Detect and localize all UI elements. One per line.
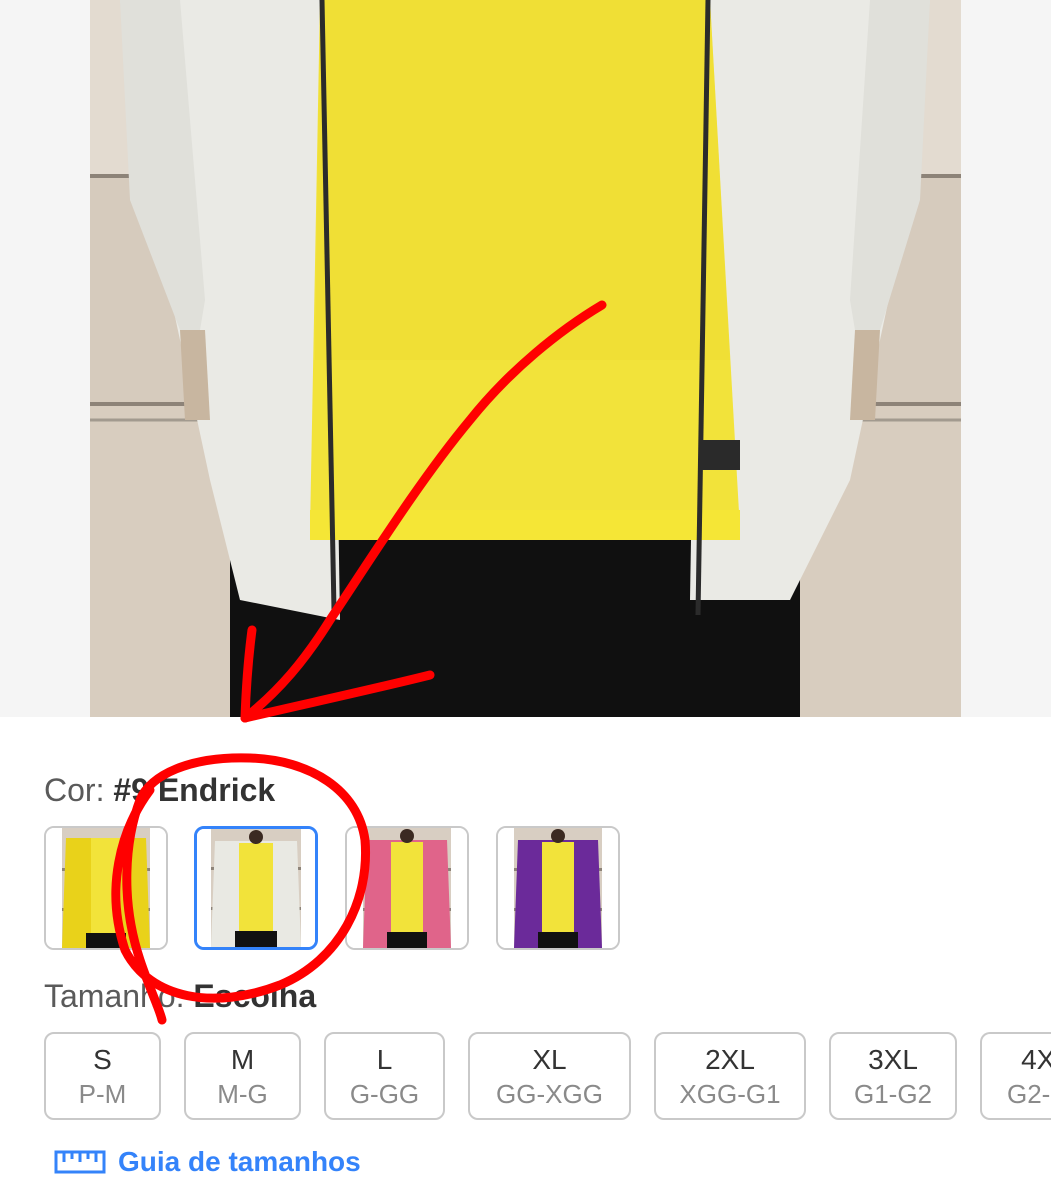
- size-option-label: 2XL: [705, 1044, 755, 1075]
- size-option-sub: XGG-G1: [679, 1079, 781, 1109]
- size-option-label: 3XL: [868, 1044, 918, 1075]
- size-guide-link[interactable]: Guia de tamanhos: [54, 1144, 361, 1180]
- size-option-label: 4XL: [1021, 1044, 1051, 1075]
- size-option-sub: G2-G3: [1006, 1079, 1051, 1109]
- color-swatch-pink[interactable]: [345, 826, 469, 950]
- product-main-photo[interactable]: [90, 0, 961, 717]
- size-option-sub: G-GG: [349, 1079, 420, 1109]
- size-option-label: M: [230, 1044, 255, 1075]
- color-swatch-purple[interactable]: [496, 826, 620, 950]
- size-option-s[interactable]: S P-M: [44, 1032, 161, 1120]
- color-label-row: Cor: #9 Endrick: [44, 772, 275, 809]
- size-option-3xl[interactable]: 3XL G1-G2: [829, 1032, 957, 1120]
- color-selected-value: #9 Endrick: [113, 772, 276, 808]
- color-swatch-white[interactable]: [194, 826, 318, 950]
- size-label-row: Tamanho: Escolha: [44, 978, 316, 1015]
- size-guide-label: Guia de tamanhos: [118, 1146, 361, 1177]
- size-option-sub: P-M: [78, 1079, 127, 1109]
- color-label: Cor:: [44, 772, 105, 808]
- size-option-label: L: [376, 1044, 393, 1075]
- color-swatch-yellow[interactable]: [44, 826, 168, 950]
- size-selected-value: Escolha: [193, 978, 317, 1014]
- product-page: Cor: #9 Endrick Tamanho: Escolha S P-M M…: [0, 0, 1051, 1200]
- size-option-m[interactable]: M M-G: [184, 1032, 301, 1120]
- size-option-sub: G1-G2: [853, 1079, 933, 1109]
- size-option-xl[interactable]: XL GG-XGG: [468, 1032, 631, 1120]
- size-label: Tamanho:: [44, 978, 185, 1014]
- size-option-2xl[interactable]: 2XL XGG-G1: [654, 1032, 806, 1120]
- size-option-l[interactable]: L G-GG: [324, 1032, 445, 1120]
- size-option-label: XL: [532, 1044, 567, 1075]
- ruler-icon: [54, 1150, 106, 1174]
- size-option-4xl[interactable]: 4XL G2-G3: [980, 1032, 1051, 1120]
- size-option-label: S: [93, 1044, 112, 1075]
- size-option-sub: M-G: [217, 1079, 268, 1109]
- size-option-sub: GG-XGG: [496, 1079, 603, 1109]
